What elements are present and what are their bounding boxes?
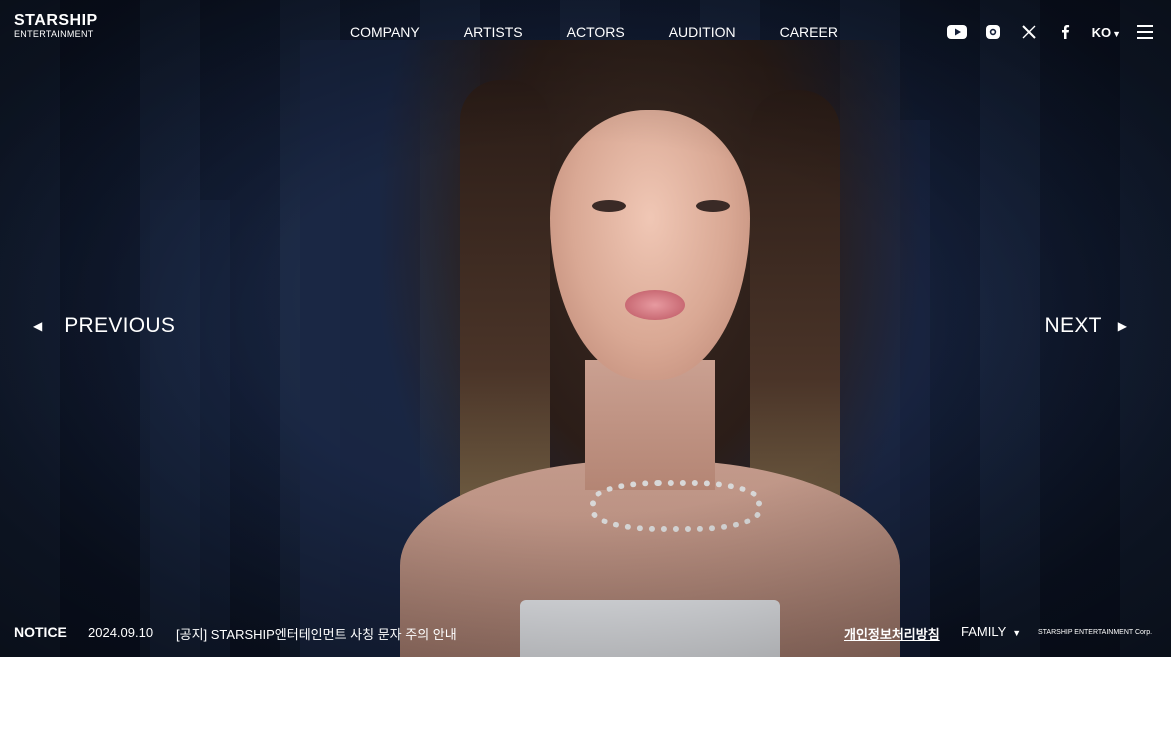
notice-link[interactable]: [공지] STARSHIP엔터테인먼트 사칭 문자 주의 안내 [176, 624, 457, 643]
notice-label: NOTICE [14, 624, 67, 640]
family-site-dropdown[interactable]: FAMILY ▼ [961, 624, 1021, 639]
language-current: KO [1091, 24, 1112, 40]
arrow-left-icon: ◀ [33, 319, 43, 333]
copyright-text: STARSHIP ENTERTAINMENT Corp. [1038, 629, 1153, 636]
chevron-down-icon: ▼ [1112, 28, 1121, 39]
nav-item-artists[interactable]: ARTISTS [464, 24, 523, 40]
x-icon[interactable] [1018, 22, 1040, 42]
previous-button[interactable]: ◀ PREVIOUS [33, 314, 175, 338]
brand-logo-name: STARSHIP [14, 12, 98, 29]
facebook-icon[interactable] [1054, 22, 1076, 42]
hero-vignette [0, 0, 1171, 657]
privacy-policy-link[interactable]: 개인정보처리방침 [844, 624, 940, 643]
family-label: FAMILY [961, 624, 1007, 639]
nav-item-actors[interactable]: ACTORS [567, 24, 625, 40]
previous-label: PREVIOUS [64, 314, 176, 337]
arrow-right-icon: ▶ [1117, 319, 1127, 333]
next-label: NEXT [1044, 314, 1102, 337]
header-utilities: KO▼ [932, 22, 1153, 42]
brand-logo[interactable]: STARSHIP ENTERTAINMENT [14, 12, 98, 39]
youtube-icon[interactable] [946, 22, 968, 42]
next-button[interactable]: NEXT ▶ [1045, 314, 1127, 338]
brand-logo-sub: ENTERTAINMENT [14, 29, 94, 39]
hero-slideshow: STARSHIP ENTERTAINMENT COMPANY ARTISTS A… [0, 0, 1171, 657]
instagram-icon[interactable] [982, 22, 1004, 42]
main-nav: COMPANY ARTISTS ACTORS AUDITION CAREER [328, 24, 860, 40]
footer-bar: NOTICE 2024.09.10 [공지] STARSHIP엔터테인먼트 사칭… [0, 617, 1171, 647]
nav-item-company[interactable]: COMPANY [350, 24, 420, 40]
nav-item-career[interactable]: CAREER [780, 24, 838, 40]
menu-icon[interactable] [1137, 25, 1153, 39]
chevron-down-icon: ▼ [1012, 628, 1022, 638]
language-selector[interactable]: KO▼ [1092, 25, 1121, 40]
notice-date: 2024.09.10 [88, 625, 154, 640]
nav-item-audition[interactable]: AUDITION [669, 24, 736, 40]
